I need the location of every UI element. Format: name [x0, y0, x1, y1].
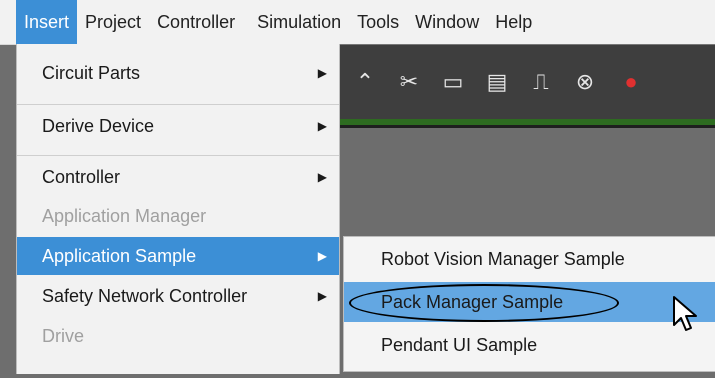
- io-block-2-icon[interactable]: ▤: [480, 65, 514, 99]
- menu-help[interactable]: Help: [487, 0, 540, 44]
- io-block-icon[interactable]: ▭: [436, 65, 470, 99]
- menu-item-label: Controller: [42, 167, 121, 187]
- menu-item-label: Circuit Parts: [42, 63, 141, 83]
- menu-item-label: Derive Device: [42, 116, 155, 136]
- signal-icon[interactable]: ⎍: [524, 65, 558, 99]
- application-sample-submenu: Robot Vision Manager Sample Pack Manager…: [343, 236, 715, 372]
- menu-item-label: Safety Network Controller: [42, 286, 248, 306]
- menu-item-safety-network-controller[interactable]: Safety Network Controller ▶: [17, 277, 339, 315]
- highlight-oval: [349, 284, 619, 322]
- submenu-arrow-icon: ▶: [317, 66, 327, 80]
- menu-item-label: Application Sample: [42, 246, 197, 266]
- binoculars-icon[interactable]: ⊗: [568, 65, 602, 99]
- submenu-arrow-icon: ▶: [317, 289, 327, 303]
- menu-item-label: Application Manager: [42, 206, 207, 226]
- menu-bar: Insert Project Controller Simulation Too…: [0, 0, 715, 45]
- insert-menu: Circuit Parts ▶ Derive Device ▶ Controll…: [16, 44, 340, 374]
- menu-simulation[interactable]: Simulation: [249, 0, 349, 44]
- record-icon[interactable]: ●: [614, 65, 648, 99]
- menu-item-controller[interactable]: Controller ▶: [17, 158, 339, 196]
- menu-controller[interactable]: Controller: [149, 0, 243, 44]
- submenu-arrow-icon: ▶: [317, 170, 327, 184]
- mouse-cursor-icon: [673, 296, 697, 331]
- menu-separator: [17, 104, 339, 105]
- toolbar: ⌃ ✂ ▭ ▤ ⎍ ⊗ ●: [330, 44, 715, 129]
- submenu-item-pendant-ui-sample[interactable]: Pendant UI Sample: [344, 325, 715, 365]
- menu-separator: [17, 155, 339, 156]
- hammer-icon[interactable]: ⌃: [348, 65, 382, 99]
- submenu-arrow-icon: ▶: [317, 249, 327, 263]
- menu-item-drive: Drive: [17, 317, 339, 355]
- menu-project[interactable]: Project: [77, 0, 149, 44]
- menu-window[interactable]: Window: [407, 0, 487, 44]
- menu-item-circuit-parts[interactable]: Circuit Parts ▶: [17, 54, 339, 92]
- submenu-item-robot-vision-manager-sample[interactable]: Robot Vision Manager Sample: [344, 239, 715, 279]
- menu-tools[interactable]: Tools: [349, 0, 407, 44]
- menu-item-application-manager: Application Manager: [17, 197, 339, 235]
- submenu-item-label: Pendant UI Sample: [381, 335, 538, 355]
- submenu-arrow-icon: ▶: [317, 119, 327, 133]
- menu-insert[interactable]: Insert: [16, 0, 78, 44]
- menu-item-derive-device[interactable]: Derive Device ▶: [17, 107, 339, 145]
- submenu-item-label: Robot Vision Manager Sample: [381, 249, 625, 269]
- menu-item-label: Drive: [42, 326, 85, 346]
- wire-cut-icon[interactable]: ✂: [392, 65, 426, 99]
- menu-item-application-sample[interactable]: Application Sample ▶: [17, 237, 339, 275]
- submenu-item-pack-manager-sample[interactable]: Pack Manager Sample: [344, 282, 715, 322]
